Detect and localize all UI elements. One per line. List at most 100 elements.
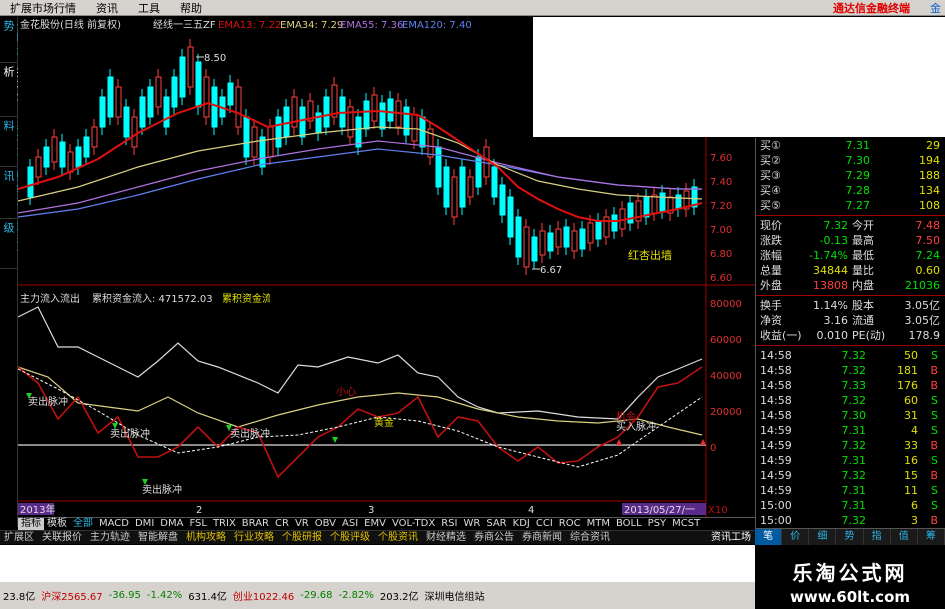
indicator-tab-brar[interactable]: BRAR [239,518,272,530]
right-tab[interactable]: 笔 [755,529,783,545]
indicator-tab-asi[interactable]: ASI [339,518,361,530]
indicator-tab-mcst[interactable]: MCST [669,518,703,530]
menu-item-market[interactable]: 扩展市场行情 [0,0,86,16]
bid-label: 买④ [760,184,781,197]
tick-volume: 11 [904,484,918,497]
indicator-tab-全部[interactable]: 全部 [70,518,96,530]
right-tab[interactable]: 价 [782,529,810,545]
tick-price: 7.31 [841,424,867,437]
stat-value: 7.24 [915,249,941,262]
low-label: 6.67 [540,265,562,276]
candle-body [107,76,114,118]
tick-list: 14:58 7.32 50 S 14:58 7.32 181 B 14:58 7.33 176 B 14… [756,348,945,543]
status-item: 创业1022.46 [232,592,295,603]
status-item: 沪深2565.67 [41,592,103,603]
candle-body [211,86,218,128]
bottom-tab[interactable]: 券商公告 [470,531,518,544]
indicator-tab-指标[interactable]: 指标 [18,518,44,530]
tick-price: 7.32 [841,394,867,407]
candle-body [99,96,106,128]
candle-body [523,226,530,268]
candle-body [387,98,394,122]
indicator-tab-模板[interactable]: 模板 [44,518,70,530]
formula-note: 经线一三五ZF [153,18,216,31]
indicator-tab-rsi[interactable]: RSI [438,518,460,530]
right-tab[interactable]: 筹 [918,529,945,545]
bottom-tab[interactable]: 关联报价 [38,531,86,544]
bottom-tab[interactable]: 券商新闻 [518,531,566,544]
indicator-tab-vol-tdx[interactable]: VOL-TDX [389,518,438,530]
bottom-tab[interactable]: 个股评级 [326,531,374,544]
indicator-tab-fsl[interactable]: FSL [186,518,210,530]
menu-item-news[interactable]: 资讯 [86,0,128,16]
bottom-tab[interactable]: 综合资讯 [566,531,614,544]
candle-body [555,228,562,248]
brand-url: www.60lt.com [789,588,911,606]
indicator-tab-mtm[interactable]: MTM [584,518,613,530]
menu-item-help[interactable]: 帮助 [170,0,212,16]
stat-row: 现价 7.32 今开 7.48 [756,218,945,233]
right-tab[interactable]: 势 [836,529,864,545]
tick-time: 15:00 [760,499,792,512]
stat-row: 涨跌 -0.13 最高 7.50 [756,233,945,248]
svg-text:6.80: 6.80 [710,249,732,260]
indicator-tab-obv[interactable]: OBV [312,518,339,530]
bottom-tab[interactable]: 机构攻略 [182,531,230,544]
indicator-tab-dma[interactable]: DMA [157,518,186,530]
bottom-tab[interactable]: 个股资讯 [374,531,422,544]
stat-value: 21036 [905,279,940,292]
candle-body [419,116,426,148]
indicator-tab-macd[interactable]: MACD [96,518,132,530]
tick-time: 14:59 [760,469,792,482]
status-item: 深圳电信组站 [424,592,485,603]
tick-row: 14:59 7.31 4 S [756,423,945,438]
fund-value: 0.010 [816,329,849,342]
indicator-tab-psy[interactable]: PSY [645,518,670,530]
tick-time: 14:58 [760,394,792,407]
stat-value: 34844 [813,264,848,277]
ad-banner[interactable]: 通达信金融终端 [823,0,926,16]
menu-item-tools[interactable]: 工具 [128,0,170,16]
bottom-tab[interactable]: 主力轨迹 [86,531,134,544]
indicator-tab-cci[interactable]: CCI [533,518,556,530]
candle-body [539,230,546,256]
candle-body [331,84,338,118]
vertical-tabs: 分时走势 技术分析 基本资料 财经资讯 移动评级 [0,17,30,527]
indicator-tab-emv[interactable]: EMV [361,518,389,530]
indicator-tab-boll[interactable]: BOLL [613,518,645,530]
candle-body [187,46,194,88]
indicator-tab-vr[interactable]: VR [292,518,312,530]
right-tab[interactable]: 指 [864,529,891,545]
candle-body [35,156,42,178]
indicator-tab-wr[interactable]: WR [460,518,483,530]
bottom-tab[interactable]: 资讯工场 [707,531,755,544]
indicator-tab-sar[interactable]: SAR [483,518,509,530]
stat-value: 7.48 [915,219,941,232]
stat-label: 今开 [852,219,874,232]
tick-row: 14:58 7.32 50 S [756,348,945,363]
tick-volume: 6 [911,499,918,512]
ad-banner-2[interactable]: 金 [926,0,945,16]
bid-price: 7.30 [845,154,871,167]
tick-price: 7.31 [841,484,867,497]
indicator-tab-kdj[interactable]: KDJ [510,518,533,530]
candle-body [59,141,66,168]
bid-label: 买② [760,154,781,167]
bottom-tab[interactable]: 智能解盘 [134,531,182,544]
right-tab[interactable]: 细 [809,529,837,545]
bottom-tab[interactable]: 行业攻略 [230,531,278,544]
bottom-tab[interactable]: 个股研报 [278,531,326,544]
candle-body [227,82,234,106]
svg-text:主力流入流出: 主力流入流出 [20,292,80,305]
indicator-tab-roc[interactable]: ROC [556,518,584,530]
bid-volume: 134 [919,184,940,197]
right-tab[interactable]: 值 [891,529,918,545]
indicator-tab-trix[interactable]: TRIX [210,518,239,530]
candle-body [355,116,362,148]
stat-row: 涨幅 -1.74% 最低 7.24 [756,248,945,263]
bottom-tab[interactable]: 财经精选 [422,531,470,544]
candle-body [323,96,330,128]
indicator-tab-cr[interactable]: CR [272,518,292,530]
indicator-tab-dmi[interactable]: DMI [132,518,157,530]
bottom-tab[interactable]: 扩展区 [0,531,38,544]
